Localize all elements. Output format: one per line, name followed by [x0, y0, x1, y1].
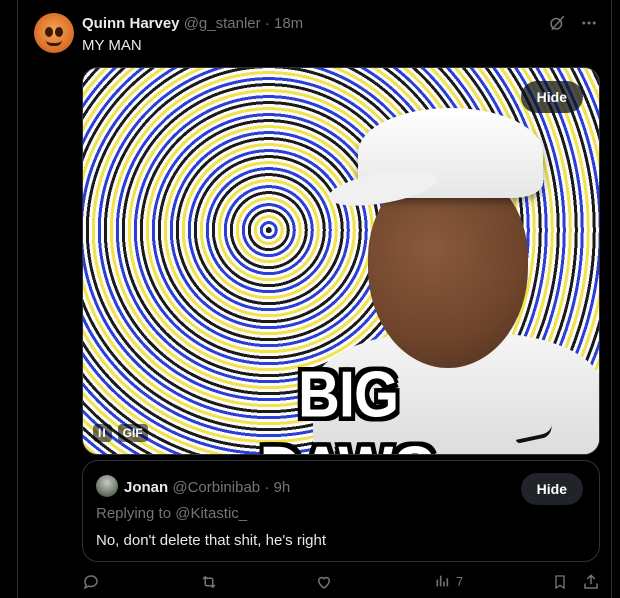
quoted-post[interactable]: Jonan @Corbinibab · 9h Replying to @Kita… [82, 460, 600, 562]
quoted-post-time[interactable]: 9h [273, 479, 290, 496]
gif-media[interactable]: BIG DAWG Hide II GIF [82, 67, 600, 455]
share-button[interactable] [582, 573, 600, 591]
quoted-header-separator: · [264, 479, 270, 496]
author-handle[interactable]: @g_stanler [184, 15, 261, 32]
author-name[interactable]: Quinn Harvey [82, 15, 180, 32]
reply-button[interactable] [82, 573, 100, 591]
avatar-eye-left [45, 27, 53, 37]
post-text: MY MAN [82, 37, 142, 54]
like-button[interactable] [315, 573, 333, 591]
pause-button[interactable]: II [93, 424, 112, 442]
bookmark-icon [552, 573, 568, 591]
retweet-icon [199, 573, 219, 591]
quoted-post-header: Jonan @Corbinibab · 9h [124, 479, 290, 496]
share-icon [582, 573, 600, 591]
views-count: 7 [456, 573, 464, 589]
gif-caption: BIG DAWG [260, 358, 437, 454]
bookmark-button[interactable] [552, 573, 568, 591]
more-icon[interactable] [580, 14, 598, 32]
replying-to-mention[interactable]: @Kitastic_ [175, 505, 247, 522]
post-top-actions [548, 14, 598, 32]
avatar-eye-right [55, 27, 63, 37]
repost-button[interactable] [199, 573, 219, 591]
timeline-border-right [611, 0, 612, 598]
quoted-author-name[interactable]: Jonan [124, 479, 168, 496]
replying-to-line: Replying to @Kitastic_ [96, 505, 247, 522]
post-time[interactable]: 18m [274, 15, 303, 32]
grok-icon[interactable] [548, 14, 566, 32]
avatar-mouth [46, 40, 62, 46]
timeline-border-left [17, 0, 18, 598]
replying-prefix: Replying to [96, 505, 176, 522]
author-avatar[interactable] [34, 13, 74, 53]
hide-quote-button[interactable]: Hide [520, 473, 583, 505]
quoted-author-avatar[interactable] [96, 475, 118, 497]
reply-icon [82, 573, 100, 591]
quoted-post-text: No, don't delete that shit, he's right [96, 532, 327, 549]
post-header: Quinn Harvey @g_stanler · 18m [82, 15, 303, 32]
like-icon [315, 573, 333, 591]
post-action-bar: 7 [82, 573, 602, 595]
views-icon [434, 573, 450, 589]
header-separator: · [264, 15, 270, 32]
hide-media-button[interactable]: Hide [520, 81, 583, 113]
views-button[interactable]: 7 [434, 573, 463, 589]
quoted-author-handle[interactable]: @Corbinibab [172, 479, 260, 496]
gif-badge: GIF [117, 424, 148, 442]
gif-controls: II GIF [93, 424, 148, 442]
